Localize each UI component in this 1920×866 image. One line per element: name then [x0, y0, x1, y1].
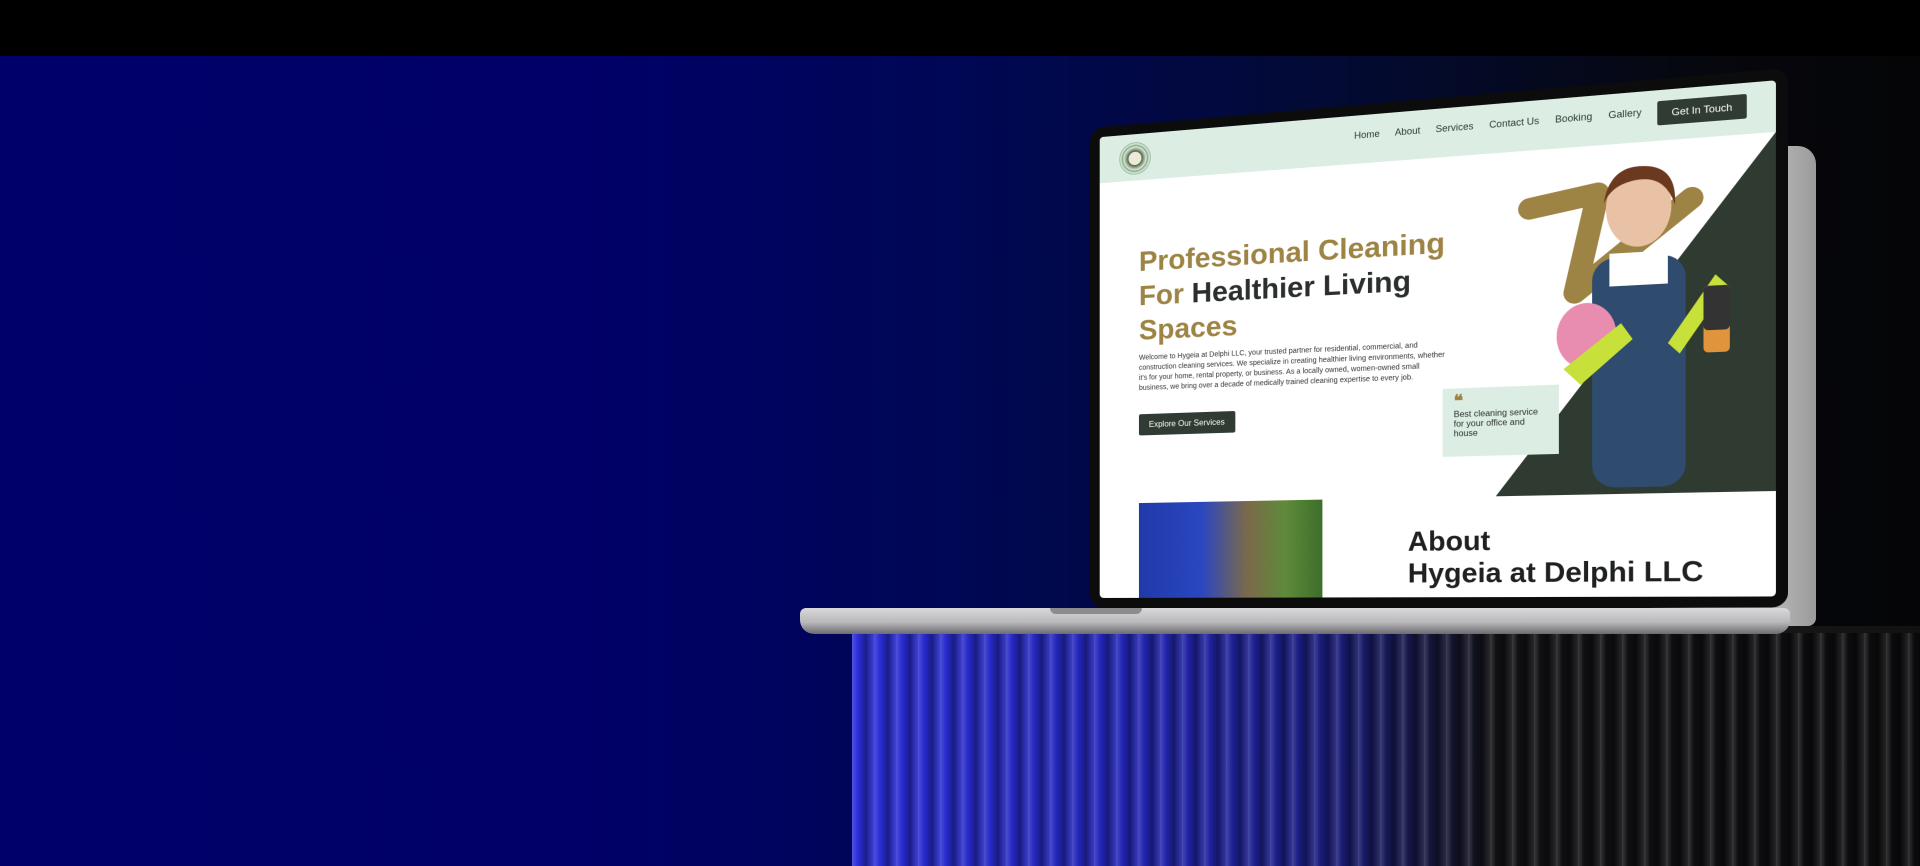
nav-about[interactable]: About — [1395, 125, 1420, 138]
laptop-base — [800, 608, 1790, 634]
hero-title-spaces: Spaces — [1138, 309, 1238, 346]
logo-icon[interactable] — [1119, 140, 1151, 176]
hero-title-for: For — [1138, 277, 1184, 312]
website-screenshot: Home About Services Contact Us Booking G… — [1099, 80, 1776, 598]
get-in-touch-button[interactable]: Get In Touch — [1657, 93, 1747, 126]
ribbed-pedestal — [852, 633, 1920, 866]
top-band — [0, 0, 1920, 56]
about-title-line1: About — [1407, 524, 1491, 558]
laptop-screen-bezel: Home About Services Contact Us Booking G… — [1090, 67, 1789, 608]
testimonial-text: Best cleaning service for your office an… — [1453, 406, 1538, 439]
nav-links: Home About Services Contact Us Booking G… — [1354, 107, 1641, 141]
about-title: About Hygeia at Delphi LLC — [1408, 521, 1704, 589]
explore-services-button[interactable]: Explore Our Services — [1138, 410, 1235, 436]
about-title-line2: Hygeia at Delphi LLC — [1407, 554, 1704, 589]
hero-title: Professional Cleaning For Healthier Livi… — [1139, 220, 1518, 347]
nav-services[interactable]: Services — [1436, 121, 1474, 135]
cleaner-woman-image — [1556, 163, 1730, 488]
nav-gallery[interactable]: Gallery — [1608, 107, 1641, 121]
about-image — [1138, 499, 1323, 598]
nav-booking[interactable]: Booking — [1555, 111, 1592, 125]
hero-description: Welcome to Hygeia at Delphi LLC, your tr… — [1138, 342, 1445, 393]
testimonial-card: ❝ Best cleaning service for your office … — [1442, 384, 1559, 457]
nav-home[interactable]: Home — [1354, 128, 1380, 141]
nav-contact[interactable]: Contact Us — [1489, 115, 1539, 130]
laptop-notch — [1050, 608, 1142, 614]
